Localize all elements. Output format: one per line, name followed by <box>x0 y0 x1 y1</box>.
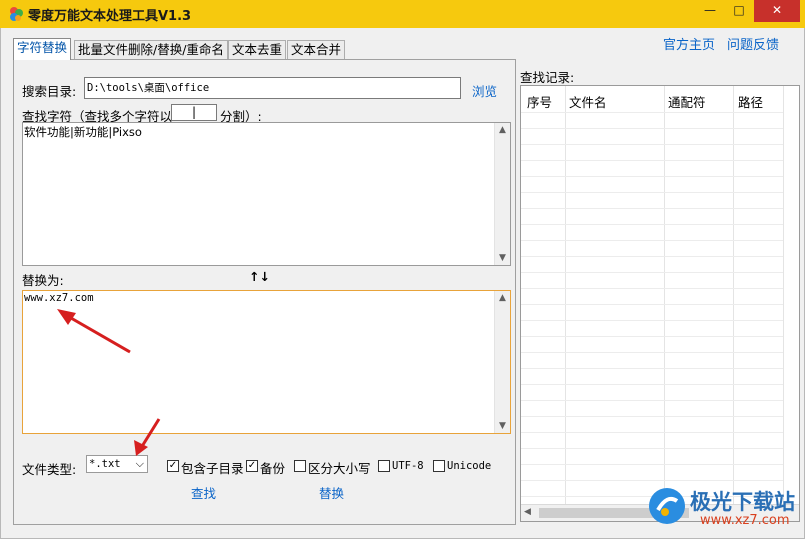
watermark-url: www.xz7.com <box>700 513 790 528</box>
grid-row-line <box>521 112 783 113</box>
homepage-link[interactable]: 官方主页 <box>663 34 715 53</box>
minimize-button[interactable]: — <box>696 0 724 22</box>
grid-row-line <box>521 464 783 465</box>
search-dir-input[interactable]: D:\tools\桌面\office <box>84 77 461 99</box>
grid-column-divider <box>521 86 566 504</box>
column-header[interactable]: 序号 <box>527 92 552 111</box>
watermark-logo-icon <box>649 488 685 524</box>
grid-row-line <box>521 240 783 241</box>
grid-row-line <box>521 320 783 321</box>
grid-row-line <box>521 176 783 177</box>
scroll-up-icon[interactable]: ▲ <box>495 292 510 304</box>
grid-row-line <box>521 304 783 305</box>
grid-row-line <box>521 272 783 273</box>
tab-text-dedup[interactable]: 文本去重 <box>228 40 287 59</box>
scroll-up-icon[interactable]: ▲ <box>495 124 510 136</box>
backup-checkbox[interactable]: ✓ <box>246 460 258 472</box>
backup-label: 备份 <box>260 461 286 476</box>
feedback-link[interactable]: 问题反馈 <box>727 34 779 53</box>
replace-label: 替换为: <box>22 273 64 288</box>
window-title: 零度万能文本处理工具V1.3 <box>28 9 192 24</box>
grid-row-line <box>521 160 783 161</box>
replace-text-content: www.xz7.com <box>24 292 94 304</box>
grid-row-line <box>521 400 783 401</box>
grid-row-line <box>521 336 783 337</box>
tab-char-replace[interactable]: 字符替换 <box>13 38 72 60</box>
include-subdirs-label: 包含子目录 <box>181 461 244 476</box>
scroll-left-icon[interactable]: ◀ <box>524 507 531 517</box>
file-type-label: 文件类型: <box>22 462 77 477</box>
grid-row-line <box>521 368 783 369</box>
case-sensitive-label: 区分大小写 <box>308 461 371 476</box>
app-logo-icon <box>10 7 23 21</box>
swap-arrows-button[interactable]: ↑↓ <box>249 269 270 284</box>
column-header[interactable]: 通配符 <box>668 92 706 111</box>
replace-button[interactable]: 替换 <box>319 483 344 502</box>
grid-row-line <box>521 256 783 257</box>
grid-row-line <box>521 192 783 193</box>
tab-text-merge[interactable]: 文本合并 <box>287 40 346 59</box>
title-bar: 零度万能文本处理工具V1.3 — □ ✕ <box>0 0 805 28</box>
maximize-button[interactable]: □ <box>724 0 754 22</box>
utf8-label: UTF-8 <box>392 460 424 472</box>
grid-row-line <box>521 416 783 417</box>
grid-row-line <box>521 432 783 433</box>
case-sensitive-checkbox[interactable] <box>294 460 306 472</box>
column-header[interactable]: 路径 <box>738 92 763 111</box>
find-button[interactable]: 查找 <box>191 483 216 502</box>
separator-input[interactable]: | <box>171 104 217 121</box>
include-subdirs-checkbox[interactable]: ✓ <box>167 460 179 472</box>
unicode-label: Unicode <box>447 460 492 472</box>
grid-row-line <box>521 208 783 209</box>
find-text-content: 软件功能|新功能|Pixso <box>24 125 142 139</box>
scroll-down-icon[interactable]: ▼ <box>495 420 510 432</box>
browse-button[interactable]: 浏览 <box>472 81 497 100</box>
grid-row-line <box>521 448 783 449</box>
column-header[interactable]: 文件名 <box>569 92 607 111</box>
utf8-checkbox[interactable] <box>378 460 390 472</box>
search-dir-label: 搜索目录: <box>22 84 77 99</box>
grid-column-divider <box>664 86 734 504</box>
grid-row-line <box>521 352 783 353</box>
grid-row-line <box>521 288 783 289</box>
find-scrollbar[interactable]: ▲ ▼ <box>494 123 510 265</box>
grid-row-line <box>521 384 783 385</box>
results-label: 查找记录: <box>520 70 575 85</box>
grid-row-line <box>521 480 783 481</box>
chevron-down-icon: ⌵ <box>135 457 144 470</box>
results-table[interactable]: 序号 文件名 通配符 路径 ◀ <box>520 85 800 522</box>
unicode-checkbox[interactable] <box>433 460 445 472</box>
replace-textarea[interactable]: www.xz7.com ▲ ▼ <box>22 290 511 434</box>
file-type-value: *.txt <box>89 458 121 470</box>
grid-row-line <box>521 224 783 225</box>
scroll-down-icon[interactable]: ▼ <box>495 252 510 264</box>
tab-batch-file-ops[interactable]: 批量文件删除/替换/重命名 <box>74 40 228 59</box>
find-textarea[interactable]: 软件功能|新功能|Pixso ▲ ▼ <box>22 122 511 266</box>
watermark-brand: 极光下载站 <box>690 490 795 514</box>
grid-column-divider <box>733 86 784 504</box>
grid-column-divider <box>565 86 665 504</box>
grid-row-line <box>521 128 783 129</box>
replace-scrollbar[interactable]: ▲ ▼ <box>494 291 510 433</box>
grid-row-line <box>521 144 783 145</box>
close-button[interactable]: ✕ <box>754 0 800 22</box>
file-type-select[interactable]: *.txt ⌵ <box>86 455 148 473</box>
